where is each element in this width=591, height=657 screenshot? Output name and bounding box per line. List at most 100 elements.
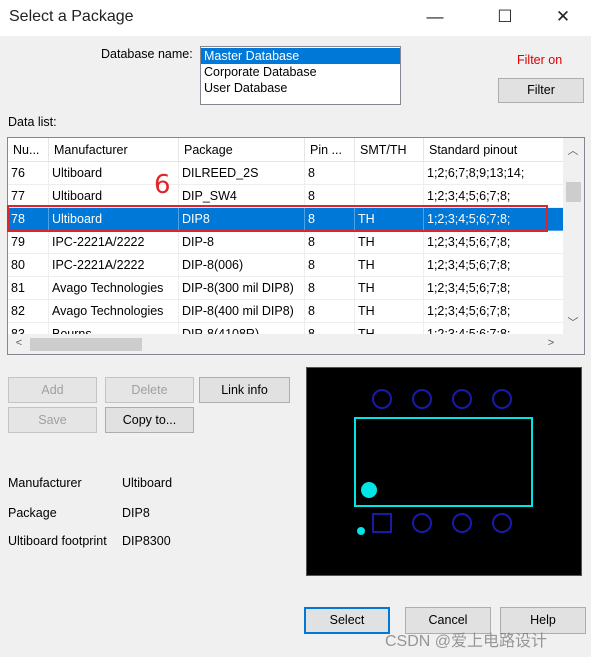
copy-to-button[interactable]: Copy to...: [105, 407, 194, 433]
cell-manufacturer: IPC-2221A/2222: [49, 231, 179, 254]
vertical-scrollbar[interactable]: ︿ ﹀: [563, 138, 584, 334]
cell-number: 76: [8, 162, 49, 185]
cell-pin-count: 8: [305, 300, 355, 323]
grid-header: Nu... Manufacturer Package Pin ... SMT/T…: [8, 138, 564, 162]
delete-button[interactable]: Delete: [105, 377, 194, 403]
pin-pad-top-4: [492, 389, 512, 409]
horizontal-scrollbar[interactable]: < >: [8, 334, 584, 354]
pin-pad-top-2: [412, 389, 432, 409]
cell-standard-pinout: 1;2;3;4;5;6;7;8;: [424, 185, 564, 208]
table-row[interactable]: 77 Ultiboard DIP_SW4 8 1;2;3;4;5;6;7;8;: [8, 185, 564, 208]
origin-marker: [357, 527, 365, 535]
package-value: DIP8: [122, 506, 150, 520]
data-list-grid[interactable]: Nu... Manufacturer Package Pin ... SMT/T…: [7, 137, 585, 355]
cell-standard-pinout: 1;2;3;4;5;6;7;8;: [424, 254, 564, 277]
close-button[interactable]: ✕: [540, 0, 586, 34]
cell-number: 79: [8, 231, 49, 254]
manufacturer-label: Manufacturer: [8, 476, 82, 490]
data-list-label: Data list:: [8, 115, 57, 129]
cell-manufacturer: Avago Technologies: [49, 277, 179, 300]
cell-smt-th: [355, 185, 424, 208]
pin1-indicator: [361, 482, 377, 498]
select-button[interactable]: Select: [304, 607, 390, 634]
database-item-user[interactable]: User Database: [201, 80, 400, 96]
column-header-number[interactable]: Nu...: [8, 138, 49, 162]
pin-pad-bottom-3: [452, 513, 472, 533]
footprint-label: Ultiboard footprint: [8, 534, 107, 548]
database-item-master[interactable]: Master Database: [201, 48, 400, 64]
annotation-marker: 6: [154, 170, 171, 200]
pin-pad-bottom-2: [412, 513, 432, 533]
filter-status: Filter on: [517, 53, 563, 67]
cell-number: 78: [8, 208, 49, 231]
cell-manufacturer: IPC-2221A/2222: [49, 254, 179, 277]
package-label: Package: [8, 506, 57, 520]
cell-smt-th: TH: [355, 208, 424, 231]
table-row[interactable]: 76 Ultiboard DILREED_2S 8 1;2;6;7;8;9;13…: [8, 162, 564, 185]
footprint-value: DIP8300: [122, 534, 171, 548]
cell-pin-count: 8: [305, 231, 355, 254]
vertical-scroll-thumb[interactable]: [566, 182, 581, 202]
cell-standard-pinout: 1;2;3;4;5;6;7;8;: [424, 277, 564, 300]
maximize-button[interactable]: ☐: [482, 0, 528, 34]
add-button[interactable]: Add: [8, 377, 97, 403]
cell-standard-pinout: 1;2;6;7;8;9;13;14;: [424, 162, 564, 185]
cell-package: DIP-8: [179, 231, 305, 254]
table-row[interactable]: 80 IPC-2221A/2222 DIP-8(006) 8 TH 1;2;3;…: [8, 254, 564, 277]
pin-pad-1-square: [372, 513, 392, 533]
database-listbox[interactable]: Master Database Corporate Database User …: [200, 46, 401, 105]
cell-number: 80: [8, 254, 49, 277]
cell-package: DIP-8(300 mil DIP8): [179, 277, 305, 300]
database-item-corporate[interactable]: Corporate Database: [201, 64, 400, 80]
watermark: CSDN @爱上电路设计: [385, 633, 548, 650]
cell-number: 77: [8, 185, 49, 208]
cell-number: 82: [8, 300, 49, 323]
cell-pin-count: 8: [305, 185, 355, 208]
cell-package: DIP-8(400 mil DIP8): [179, 300, 305, 323]
column-header-package[interactable]: Package: [179, 138, 305, 162]
cell-smt-th: [355, 162, 424, 185]
cell-smt-th: TH: [355, 300, 424, 323]
window-title: Select a Package: [9, 8, 134, 25]
cell-pin-count: 8: [305, 254, 355, 277]
column-header-smt-th[interactable]: SMT/TH: [355, 138, 424, 162]
cell-manufacturer: Ultiboard: [49, 208, 179, 231]
horizontal-scroll-thumb[interactable]: [30, 338, 142, 351]
filter-button[interactable]: Filter: [498, 78, 584, 103]
scroll-right-icon[interactable]: >: [543, 337, 559, 349]
title-bar: Select a Package — ☐ ✕: [0, 0, 591, 36]
cell-package: DIP-8(006): [179, 254, 305, 277]
cell-smt-th: TH: [355, 254, 424, 277]
save-button[interactable]: Save: [8, 407, 97, 433]
pin-pad-top-1: [372, 389, 392, 409]
cell-pin-count: 8: [305, 208, 355, 231]
table-row-selected[interactable]: 78 Ultiboard DIP8 8 TH 1;2;3;4;5;6;7;8;: [8, 208, 564, 231]
cell-standard-pinout: 1;2;3;4;5;6;7;8;: [424, 208, 564, 231]
column-header-standard-pinout[interactable]: Standard pinout: [424, 138, 564, 162]
database-name-label: Database name:: [101, 47, 193, 61]
table-row[interactable]: 81 Avago Technologies DIP-8(300 mil DIP8…: [8, 277, 564, 300]
cell-pin-count: 8: [305, 162, 355, 185]
scroll-up-icon[interactable]: ︿: [565, 142, 581, 158]
scroll-down-icon[interactable]: ﹀: [565, 314, 581, 330]
scroll-left-icon[interactable]: <: [11, 337, 27, 349]
table-row[interactable]: 79 IPC-2221A/2222 DIP-8 8 TH 1;2;3;4;5;6…: [8, 231, 564, 254]
column-header-pin-count[interactable]: Pin ...: [305, 138, 355, 162]
cell-smt-th: TH: [355, 277, 424, 300]
cell-package: DIP8: [179, 208, 305, 231]
cell-package: DILREED_2S: [179, 162, 305, 185]
link-info-button[interactable]: Link info: [199, 377, 290, 403]
footprint-preview: [306, 367, 582, 576]
minimize-button[interactable]: —: [412, 0, 458, 34]
column-header-manufacturer[interactable]: Manufacturer: [49, 138, 179, 162]
cell-standard-pinout: 1;2;3;4;5;6;7;8;: [424, 231, 564, 254]
cell-pin-count: 8: [305, 277, 355, 300]
package-outline: [354, 417, 533, 507]
table-row[interactable]: 82 Avago Technologies DIP-8(400 mil DIP8…: [8, 300, 564, 323]
manufacturer-value: Ultiboard: [122, 476, 173, 490]
cell-smt-th: TH: [355, 231, 424, 254]
footprint-drawing: [354, 389, 533, 535]
pin-pad-top-3: [452, 389, 472, 409]
cell-manufacturer: Avago Technologies: [49, 300, 179, 323]
pin-pad-bottom-4: [492, 513, 512, 533]
